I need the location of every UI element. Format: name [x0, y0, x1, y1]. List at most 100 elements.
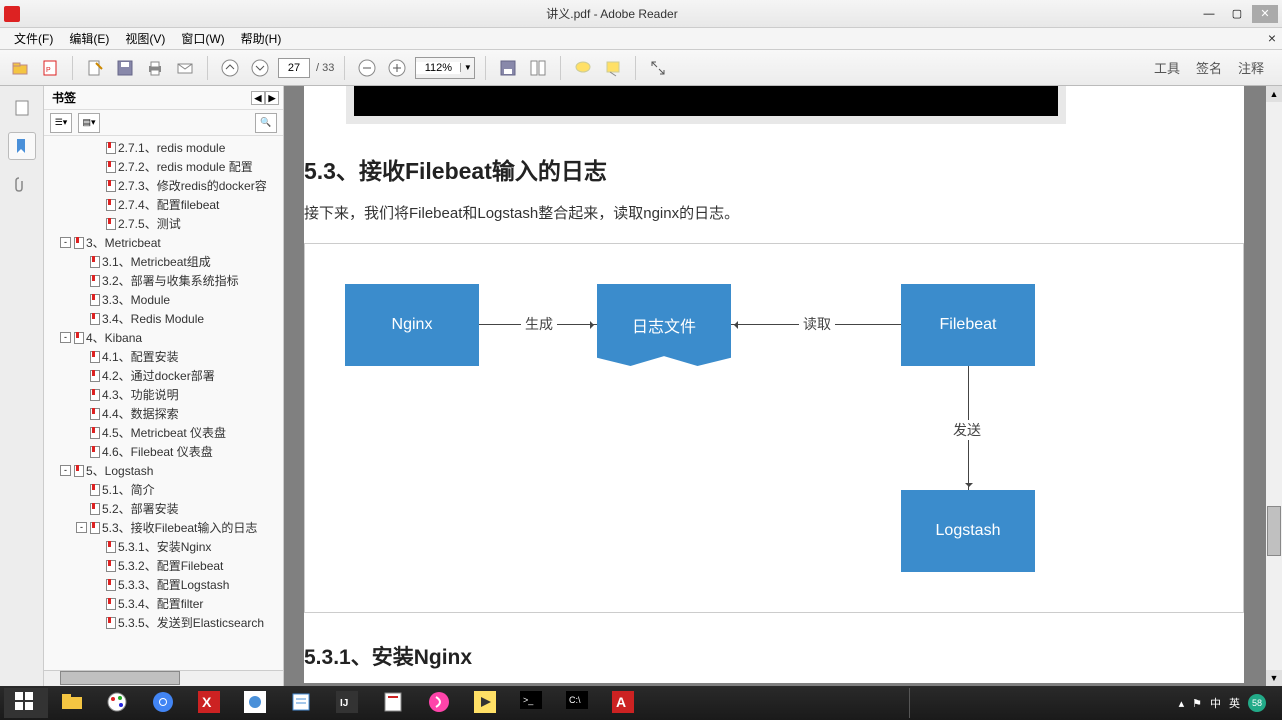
save-icon[interactable]	[113, 56, 137, 80]
bookmark-item[interactable]: -5.3、接收Filebeat输入的日志	[44, 518, 283, 537]
bookmark-item[interactable]: 2.7.3、修改redis的docker容	[44, 176, 283, 195]
bookmark-tree[interactable]: 2.7.1、redis module2.7.2、redis module 配置2…	[44, 136, 283, 670]
explorer-icon[interactable]	[50, 688, 94, 718]
sidebar-options-icon[interactable]: ☰▾	[50, 113, 72, 133]
sidebar-prev-icon[interactable]: ◀	[251, 91, 265, 105]
zoom-out-icon[interactable]	[355, 56, 379, 80]
close-button[interactable]: ✕	[1252, 5, 1278, 23]
menu-window[interactable]: 窗口(W)	[173, 28, 232, 49]
terminal-icon-1[interactable]: >_	[510, 688, 554, 718]
bookmark-item[interactable]: 2.7.5、测试	[44, 214, 283, 233]
app-icon-2[interactable]	[418, 688, 462, 718]
maximize-button[interactable]: ▢	[1224, 5, 1250, 23]
potplayer-icon[interactable]	[464, 688, 508, 718]
bookmarks-tab-icon[interactable]	[8, 132, 36, 160]
thumbnails-tab-icon[interactable]	[8, 94, 36, 122]
bookmark-item[interactable]: 3.3、Module	[44, 290, 283, 309]
document-area[interactable]: 5.3、接收Filebeat输入的日志 接下来，我们将Filebeat和Logs…	[284, 86, 1282, 686]
attachments-tab-icon[interactable]	[8, 170, 36, 198]
bookmark-item[interactable]: 2.7.1、redis module	[44, 138, 283, 157]
right-panel: 工具 签名 注释	[1154, 58, 1274, 77]
bookmark-item[interactable]: 5.3.4、配置filter	[44, 594, 283, 613]
bookmark-item[interactable]: 5.2、部署安装	[44, 499, 283, 518]
menu-edit[interactable]: 编辑(E)	[61, 28, 117, 49]
xshell-icon[interactable]: X	[188, 688, 232, 718]
bookmark-item[interactable]: 4.3、功能说明	[44, 385, 283, 404]
minimize-button[interactable]: —	[1196, 5, 1222, 23]
intellij-icon[interactable]: IJ	[326, 688, 370, 718]
tray-up-icon[interactable]: ▴	[1179, 697, 1185, 710]
scroll-up-icon[interactable]: ▲	[1266, 86, 1282, 102]
tree-toggle-icon[interactable]: -	[60, 332, 71, 343]
menu-help[interactable]: 帮助(H)	[233, 28, 290, 49]
tree-toggle-icon[interactable]: -	[76, 522, 87, 533]
app-icon-1[interactable]	[234, 688, 278, 718]
tree-toggle-icon[interactable]: -	[60, 465, 71, 476]
view-mode-icon[interactable]	[526, 56, 550, 80]
document-scrollbar[interactable]: ▲ ▼	[1266, 86, 1282, 686]
comment-icon[interactable]	[571, 56, 595, 80]
bookmark-item[interactable]: 4.4、数据探索	[44, 404, 283, 423]
tray-badge[interactable]: 58	[1248, 694, 1266, 712]
bookmark-item[interactable]: 2.7.2、redis module 配置	[44, 157, 283, 176]
tray-flag-icon[interactable]: ⚑	[1192, 697, 1202, 710]
paint-icon[interactable]	[96, 688, 140, 718]
bookmark-icon	[106, 560, 118, 572]
bookmark-item[interactable]: 3.2、部署与收集系统指标	[44, 271, 283, 290]
page-down-icon[interactable]	[248, 56, 272, 80]
bookmark-item[interactable]: 2.7.4、配置filebeat	[44, 195, 283, 214]
print-icon[interactable]	[143, 56, 167, 80]
open-icon[interactable]	[8, 56, 32, 80]
email-icon[interactable]	[173, 56, 197, 80]
scroll-down-icon[interactable]: ▼	[1266, 670, 1282, 686]
page-up-icon[interactable]	[218, 56, 242, 80]
bookmark-item[interactable]: 4.1、配置安装	[44, 347, 283, 366]
sign-button[interactable]: 签名	[1196, 58, 1222, 77]
scrollbar-thumb[interactable]	[1267, 506, 1281, 556]
bookmark-item[interactable]: 4.6、Filebeat 仪表盘	[44, 442, 283, 461]
zoom-input[interactable]	[416, 62, 460, 74]
menu-view[interactable]: 视图(V)	[117, 28, 173, 49]
terminal-icon-2[interactable]: C:\	[556, 688, 600, 718]
bookmark-item[interactable]: -4、Kibana	[44, 328, 283, 347]
bookmark-item[interactable]: 5.3.5、发送到Elasticsearch	[44, 613, 283, 632]
menu-file[interactable]: 文件(F)	[6, 28, 61, 49]
sidebar-next-icon[interactable]: ▶	[265, 91, 279, 105]
bookmark-item[interactable]: 4.2、通过docker部署	[44, 366, 283, 385]
bookmark-icon	[106, 579, 118, 591]
new-bookmark-icon[interactable]: ▤▾	[78, 113, 100, 133]
highlight-icon[interactable]	[601, 56, 625, 80]
adobe-reader-icon[interactable]: A	[602, 688, 646, 718]
editplus-icon[interactable]	[372, 688, 416, 718]
edit-icon[interactable]	[83, 56, 107, 80]
ime-indicator-1[interactable]: 中	[1210, 695, 1221, 711]
create-pdf-icon[interactable]: P	[38, 56, 62, 80]
zoom-dropdown-icon[interactable]: ▼	[460, 63, 474, 72]
bookmark-item[interactable]: 5.1、简介	[44, 480, 283, 499]
bookmark-item[interactable]: -3、Metricbeat	[44, 233, 283, 252]
start-button[interactable]	[4, 688, 48, 718]
zoom-in-icon[interactable]	[385, 56, 409, 80]
bookmark-item[interactable]: 5.3.2、配置Filebeat	[44, 556, 283, 575]
delete-bookmark-icon[interactable]: 🔍	[255, 113, 277, 133]
tools-button[interactable]: 工具	[1154, 58, 1180, 77]
menu-close-button[interactable]: ×	[1268, 30, 1276, 46]
scrollbar-thumb[interactable]	[60, 671, 180, 685]
comment-button[interactable]: 注释	[1238, 58, 1264, 77]
tree-horizontal-scrollbar[interactable]	[44, 670, 283, 686]
bookmark-item[interactable]: 4.5、Metricbeat 仪表盘	[44, 423, 283, 442]
bookmark-item[interactable]: 3.4、Redis Module	[44, 309, 283, 328]
ime-indicator-2[interactable]: 英	[1229, 695, 1240, 711]
page-number-input[interactable]	[278, 58, 310, 78]
tree-toggle-icon[interactable]: -	[60, 237, 71, 248]
zoom-select[interactable]: ▼	[415, 57, 475, 79]
left-nav-tabs	[0, 86, 44, 686]
todo-icon[interactable]	[280, 688, 324, 718]
bookmark-item[interactable]: 3.1、Metricbeat组成	[44, 252, 283, 271]
bookmark-item[interactable]: 5.3.1、安装Nginx	[44, 537, 283, 556]
save-copy-icon[interactable]	[496, 56, 520, 80]
bookmark-item[interactable]: -5、Logstash	[44, 461, 283, 480]
fullscreen-icon[interactable]	[646, 56, 670, 80]
chrome-icon[interactable]	[142, 688, 186, 718]
bookmark-item[interactable]: 5.3.3、配置Logstash	[44, 575, 283, 594]
